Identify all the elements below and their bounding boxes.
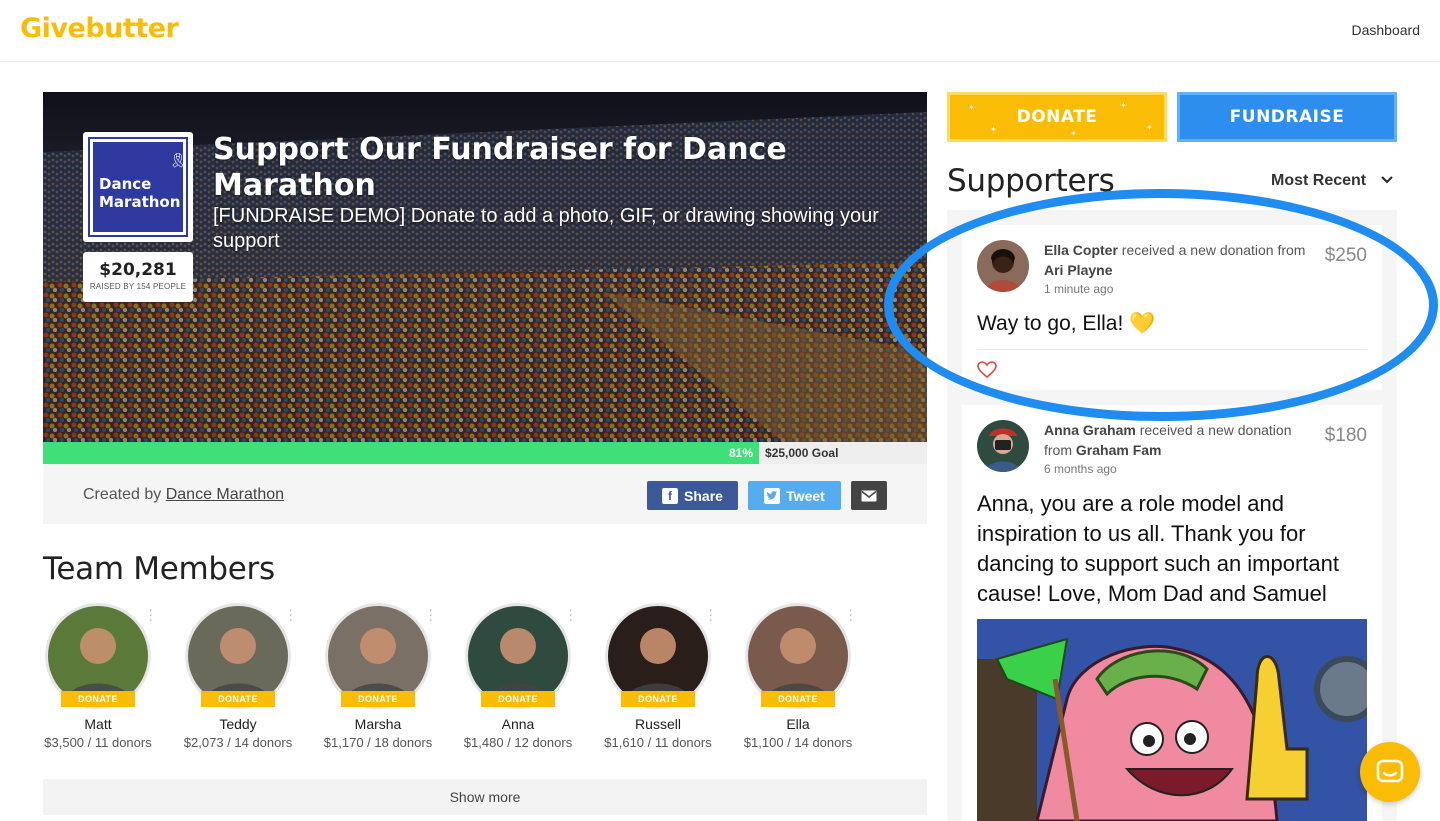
member-donate-button[interactable]: DONATE [341, 691, 415, 707]
creator-link[interactable]: Dance Marathon [166, 486, 284, 503]
supporters-feed: Ella Copter received a new donation from… [947, 210, 1397, 821]
member-stats: $1,610 / 11 donors [604, 735, 712, 750]
facebook-icon: f [662, 487, 679, 504]
recipient-name[interactable]: Ella Copter [1044, 242, 1118, 258]
facebook-share-button[interactable]: f Share [647, 481, 738, 510]
divider [977, 349, 1367, 350]
team-member-anna[interactable]: DONATE · · · Anna $1,480 / 12 donors [463, 602, 573, 750]
team-member-russell[interactable]: DONATE · · · Russell $1,610 / 11 donors [603, 602, 713, 750]
sparkle-icon: ✦ [968, 103, 976, 112]
raised-amount: $20,281 [99, 260, 177, 280]
team-logo[interactable]: 🎗 Dance Marathon [83, 132, 193, 242]
supporter-card: Anna Graham received a new donation from… [962, 405, 1382, 821]
team-member-ella[interactable]: DONATE · · · Ella $1,100 / 14 donors [743, 602, 853, 750]
twitter-tweet-button[interactable]: Tweet [748, 481, 841, 510]
member-name: Marsha [354, 716, 402, 732]
member-name: Russell [635, 716, 681, 732]
donation-message: Way to go, Ella! 💛 [977, 312, 1156, 335]
team-member-teddy[interactable]: DONATE · · · Teddy $2,073 / 14 donors [183, 602, 293, 750]
show-more-button[interactable]: Show more [43, 779, 927, 815]
top-navbar: Givebutter Dashboard [0, 0, 1440, 62]
more-options-icon[interactable]: · · · [428, 602, 433, 626]
avatar[interactable]: DONATE · · · [185, 602, 293, 709]
progress-percent: 81% [729, 446, 754, 460]
donate-button[interactable]: ✦ ✦ ✦ ✦ ✦ DONATE [947, 92, 1167, 142]
member-stats: $2,073 / 14 donors [183, 735, 293, 750]
sparkle-icon: ✦ [1070, 129, 1078, 138]
donor-name: Ari Playne [1044, 262, 1113, 278]
created-by: Created by Dance Marathon [83, 486, 285, 503]
fundraise-button[interactable]: FUNDRAISE [1177, 92, 1397, 142]
supporter-headline: Anna Graham received a new donation from… [1044, 420, 1314, 478]
sort-dropdown[interactable]: Most Recent [1271, 172, 1366, 190]
donor-name: Graham Fam [1075, 442, 1162, 458]
team-member-matt[interactable]: DONATE · · · Matt $3,500 / 11 donors [43, 602, 153, 750]
member-donate-button[interactable]: DONATE [61, 691, 135, 707]
avatar[interactable] [977, 240, 1029, 292]
team-members-list: DONATE · · · Matt $3,500 / 11 donors DONATE · · ·… [43, 602, 927, 753]
avatar[interactable]: DONATE · · · [465, 602, 573, 709]
goal-progress-bar: 81% $25,000 Goal [43, 442, 927, 464]
member-name: Anna [501, 716, 535, 732]
avatar[interactable]: DONATE · · · [45, 602, 153, 709]
sparkle-icon: ✦ [990, 125, 998, 134]
givebutter-logo[interactable]: Givebutter [20, 13, 179, 44]
member-stats: $1,170 / 18 donors [323, 735, 433, 750]
avatar[interactable]: DONATE · · · [745, 602, 853, 709]
chat-icon [1376, 759, 1404, 783]
heart-icon[interactable] [977, 361, 997, 379]
supporters-heading: Supporters [947, 163, 1115, 199]
donation-gif[interactable] [977, 619, 1367, 821]
team-member-marsha[interactable]: DONATE · · · Marsha $1,170 / 18 donors [323, 602, 433, 750]
avatar[interactable]: DONATE · · · [325, 602, 433, 709]
sparkle-icon: ✦ [1120, 101, 1128, 110]
email-share-button[interactable] [851, 481, 887, 510]
member-stats: $1,480 / 12 donors [463, 735, 573, 750]
supporter-card: Ella Copter received a new donation from… [962, 225, 1382, 390]
supporter-headline: Ella Copter received a new donation from… [1044, 240, 1314, 298]
creator-bar: Created by Dance Marathon f Share Tweet [43, 464, 927, 524]
ribbon-icon: 🎗 [169, 152, 187, 168]
member-donate-button[interactable]: DONATE [481, 691, 555, 707]
member-name: Matt [84, 716, 112, 732]
raised-summary: $20,281 RAISED BY 154 PEOPLE [83, 252, 193, 302]
chat-launcher-button[interactable] [1360, 742, 1420, 802]
progress-fill: 81% [43, 442, 760, 464]
raised-caption: RAISED BY 154 PEOPLE [89, 282, 187, 291]
more-options-icon[interactable]: · · · [848, 602, 853, 626]
member-donate-button[interactable]: DONATE [761, 691, 835, 707]
avatar[interactable] [977, 420, 1029, 472]
team-members-heading: Team Members [43, 551, 275, 587]
donation-time: 6 months ago [1044, 462, 1117, 476]
twitter-icon [764, 487, 781, 504]
member-stats: $1,100 / 14 donors [743, 735, 853, 750]
sparkle-icon: ✦ [1146, 123, 1154, 132]
envelope-icon [861, 490, 877, 501]
more-options-icon[interactable]: · · · [148, 602, 153, 626]
more-options-icon[interactable]: · · · [568, 602, 573, 626]
member-donate-button[interactable]: DONATE [201, 691, 275, 707]
member-donate-button[interactable]: DONATE [621, 691, 695, 707]
recipient-name[interactable]: Anna Graham [1044, 422, 1136, 438]
campaign-subtitle: [FUNDRAISE DEMO] Donate to add a photo, … [213, 205, 879, 252]
campaign-hero: 🎗 Dance Marathon $20,281 RAISED BY 154 P… [43, 92, 927, 442]
more-options-icon[interactable]: · · · [708, 602, 713, 626]
campaign-title: Support Our Fundraiser for Dance Maratho… [213, 132, 787, 203]
avatar[interactable]: DONATE · · · [605, 602, 713, 709]
chevron-down-icon[interactable] [1380, 172, 1394, 188]
more-options-icon[interactable]: · · · [288, 602, 293, 626]
member-name: Ella [786, 716, 810, 732]
team-logo-text: Dance Marathon [99, 175, 181, 211]
donation-time: 1 minute ago [1044, 282, 1114, 296]
dashboard-link[interactable]: Dashboard [1352, 22, 1421, 38]
member-name: Teddy [219, 716, 257, 732]
donation-amount: $180 [1324, 425, 1367, 446]
donation-amount: $250 [1324, 245, 1367, 266]
member-stats: $3,500 / 11 donors [44, 735, 152, 750]
donation-message: Anna, you are a role model and inspirati… [977, 491, 1340, 606]
progress-goal: $25,000 Goal [765, 446, 839, 460]
